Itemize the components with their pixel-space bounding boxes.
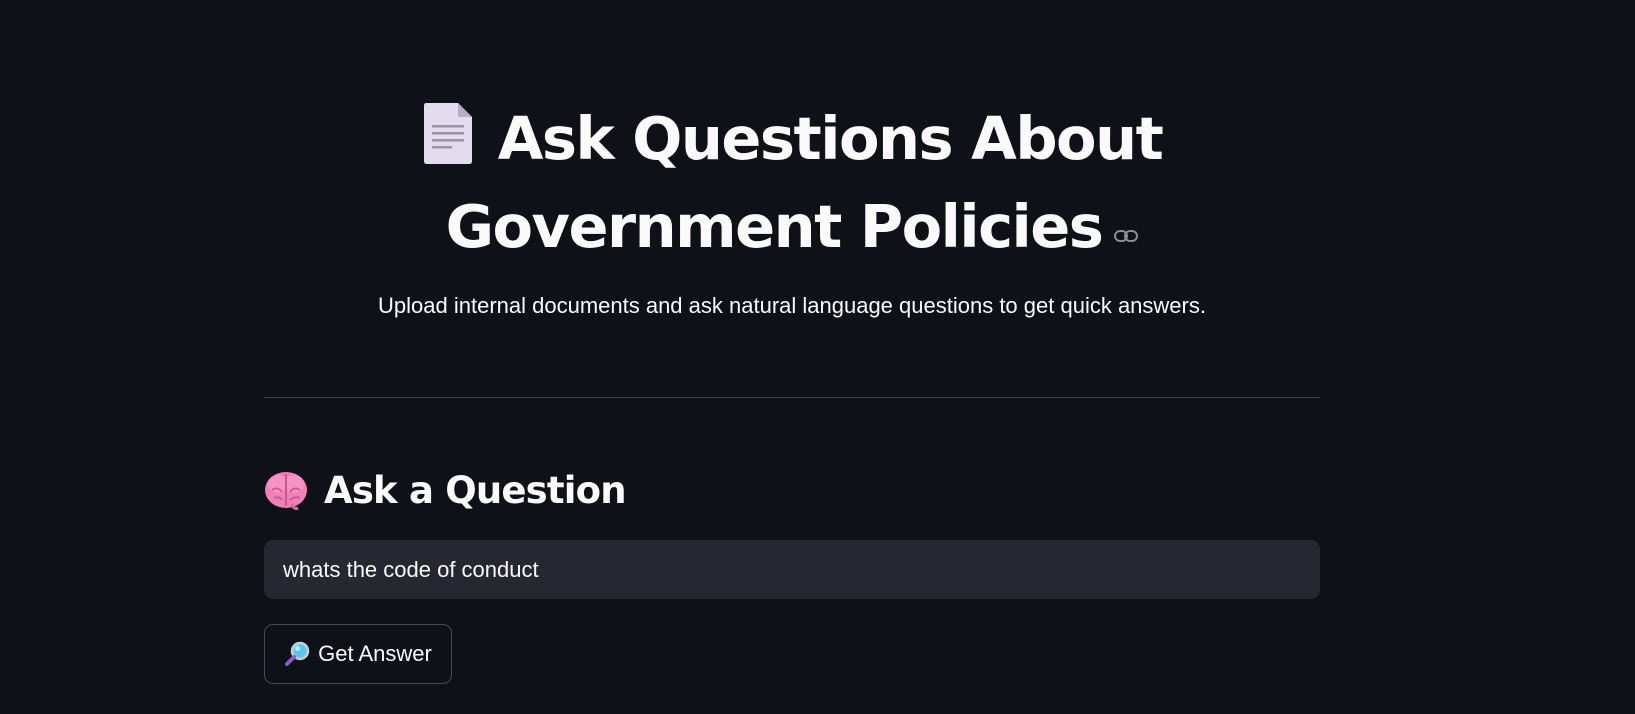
magnifier-icon: [284, 641, 310, 667]
page-title-line2: Government Policies: [445, 192, 1104, 261]
main-column: Ask Questions About Government Policies …: [264, 0, 1320, 714]
get-answer-label: Get Answer: [318, 641, 432, 666]
page-document-icon: [422, 101, 474, 184]
link-icon[interactable]: [1114, 184, 1139, 262]
page-title: Ask Questions About Government Policies: [264, 100, 1320, 266]
question-input[interactable]: [264, 540, 1320, 599]
page-title-line1: Ask Questions About: [497, 104, 1164, 173]
get-answer-button[interactable]: Get Answer: [264, 624, 452, 684]
app-page: Ask Questions About Government Policies …: [0, 0, 1635, 714]
page-subtitle: Upload internal documents and ask natura…: [378, 293, 1206, 318]
section-divider: [264, 397, 1320, 398]
section-title: Ask a Question: [324, 468, 627, 512]
header: Ask Questions About Government Policies: [264, 100, 1320, 266]
ask-question-heading: Ask a Question: [264, 462, 627, 518]
brain-icon: [264, 470, 308, 510]
